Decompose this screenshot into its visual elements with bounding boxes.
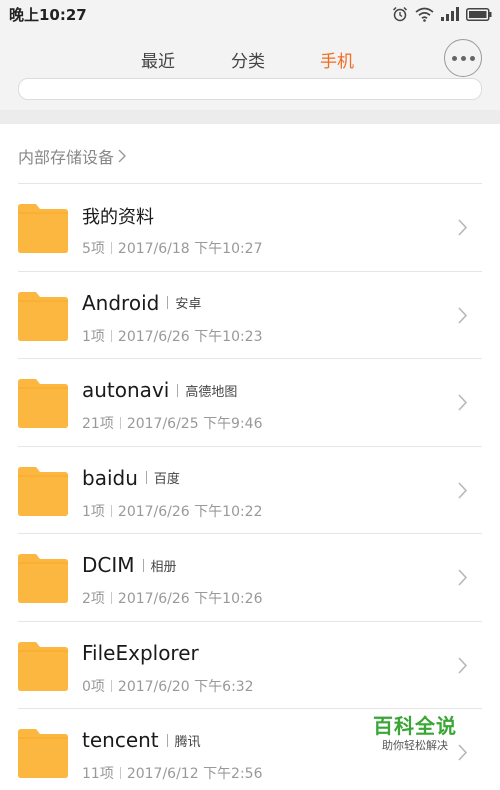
folder-modified-date: 2017/6/18 下午10:27 (117, 241, 263, 257)
folder-row[interactable]: DCIM 相册 2项 2017/6/26 下午10:26 (18, 533, 482, 621)
folder-item-count: 1项 (82, 503, 105, 520)
chevron-right-icon (458, 481, 468, 499)
chevron-right-icon (458, 394, 468, 411)
folder-item-count: 11项 (82, 766, 114, 782)
meta-divider (110, 592, 112, 604)
tab-category[interactable]: 分类 (231, 47, 265, 72)
folder-row[interactable]: Android 安卓 1项 2017/6/26 下午10:23 (18, 270, 482, 359)
alias-divider (177, 383, 179, 397)
folder-modified-date: 2017/6/26 下午10:22 (117, 503, 263, 520)
tab-phone[interactable]: 手机 (320, 47, 354, 72)
folder-icon (18, 466, 68, 516)
more-options-button[interactable] (444, 39, 482, 77)
folder-modified-date: 2017/6/25 下午9:46 (126, 416, 263, 432)
folder-icon (18, 379, 68, 428)
folder-list: 我的资料 5项 2017/6/18 下午10:27 Android 安卓 1项 … (0, 183, 500, 790)
folder-icon (18, 554, 68, 603)
meta-divider (110, 679, 112, 692)
tab-recent[interactable]: 最近 (141, 47, 175, 72)
folder-row[interactable]: 我的资料 5项 2017/6/18 下午10:27 (18, 183, 482, 271)
folder-name-line: autonavi 高德地图 (82, 378, 237, 402)
breadcrumb[interactable]: 内部存储设备 (18, 144, 127, 168)
meta-divider (110, 242, 112, 254)
folder-name: baidu (82, 465, 138, 490)
chevron-right-icon (458, 656, 468, 674)
folder-modified-date: 2017/6/26 下午10:26 (117, 591, 263, 607)
status-time: 晚上10:27 (9, 5, 87, 24)
status-bar: 晚上10:27 (0, 0, 500, 28)
meta-divider (119, 767, 121, 779)
folder-name-line: DCIM 相册 (82, 553, 177, 577)
folder-icon (18, 204, 68, 253)
folder-name: FileExplorer (82, 640, 199, 665)
folder-alias: 腾讯 (174, 734, 201, 750)
alias-divider (167, 296, 169, 309)
breadcrumb-label: 内部存储设备 (18, 148, 115, 167)
folder-meta: 0项 2017/6/20 下午6:32 (82, 676, 254, 696)
folder-name-line: tencent 腾讯 (82, 728, 201, 752)
folder-alias: 安卓 (175, 297, 202, 312)
chevron-right-icon (458, 306, 468, 324)
wifi-icon (415, 7, 434, 22)
more-dot-icon (451, 55, 457, 61)
folder-modified-date: 2017/6/12 下午2:56 (126, 766, 263, 782)
folder-item-count: 5项 (82, 241, 105, 257)
folder-name-line: Android 安卓 (82, 291, 201, 315)
folder-item-count: 1项 (82, 328, 105, 345)
folder-alias: 百度 (153, 472, 180, 487)
signal-icon (441, 7, 459, 21)
meta-divider (110, 504, 112, 517)
folder-name: Android (82, 290, 160, 315)
folder-name: 我的资料 (82, 207, 154, 228)
folder-name: DCIM (82, 553, 135, 577)
folder-name: autonavi (82, 378, 170, 402)
folder-meta: 2项 2017/6/26 下午10:26 (82, 588, 263, 608)
folder-meta: 5项 2017/6/18 下午10:27 (82, 238, 263, 258)
folder-icon (18, 641, 68, 691)
folder-meta: 1项 2017/6/26 下午10:23 (82, 326, 263, 346)
folder-alias: 高德地图 (185, 384, 238, 400)
search-card[interactable] (18, 78, 482, 100)
folder-icon (18, 729, 68, 778)
folder-item-count: 2项 (82, 591, 105, 607)
folder-meta: 11项 2017/6/12 下午2:56 (82, 763, 263, 783)
folder-alias: 相册 (150, 559, 177, 575)
folder-name-line: FileExplorer (82, 641, 199, 665)
folder-meta: 1项 2017/6/26 下午10:22 (82, 501, 263, 521)
search-card-area (0, 78, 500, 110)
chevron-right-icon (458, 219, 468, 236)
folder-row[interactable]: FileExplorer 0项 2017/6/20 下午6:32 (18, 620, 482, 709)
more-dot-icon (460, 55, 466, 61)
watermark-logo: 百科全说 助你轻松解决 (350, 714, 480, 760)
folder-modified-date: 2017/6/20 下午6:32 (117, 678, 254, 695)
folder-name-line: 我的资料 (82, 203, 154, 229)
alias-divider (145, 471, 147, 484)
folder-item-count: 0项 (82, 678, 105, 695)
folder-name-line: baidu 百度 (82, 466, 180, 490)
folder-item-count: 21项 (82, 416, 114, 432)
folder-name: tencent (82, 728, 159, 752)
folder-icon (18, 291, 68, 341)
meta-divider (110, 329, 112, 342)
alias-divider (142, 558, 144, 572)
folder-meta: 21项 2017/6/25 下午9:46 (82, 413, 263, 433)
status-icons (392, 6, 492, 22)
folder-row[interactable]: autonavi 高德地图 21项 2017/6/25 下午9:46 (18, 358, 482, 446)
chevron-right-icon (118, 149, 127, 163)
battery-icon (466, 7, 492, 21)
watermark-subtitle: 助你轻松解决 (382, 739, 448, 752)
file-list-panel: 内部存储设备 我的资料 5项 2017/6/18 下午10:27 Android… (0, 124, 500, 790)
meta-divider (119, 417, 121, 429)
folder-row[interactable]: baidu 百度 1项 2017/6/26 下午10:22 (18, 445, 482, 534)
chevron-right-icon (458, 569, 468, 586)
folder-modified-date: 2017/6/26 下午10:23 (117, 328, 263, 345)
alarm-icon (392, 6, 408, 22)
alias-divider (166, 733, 168, 747)
more-dot-icon (469, 55, 475, 61)
watermark-title: 百科全说 (373, 714, 457, 738)
